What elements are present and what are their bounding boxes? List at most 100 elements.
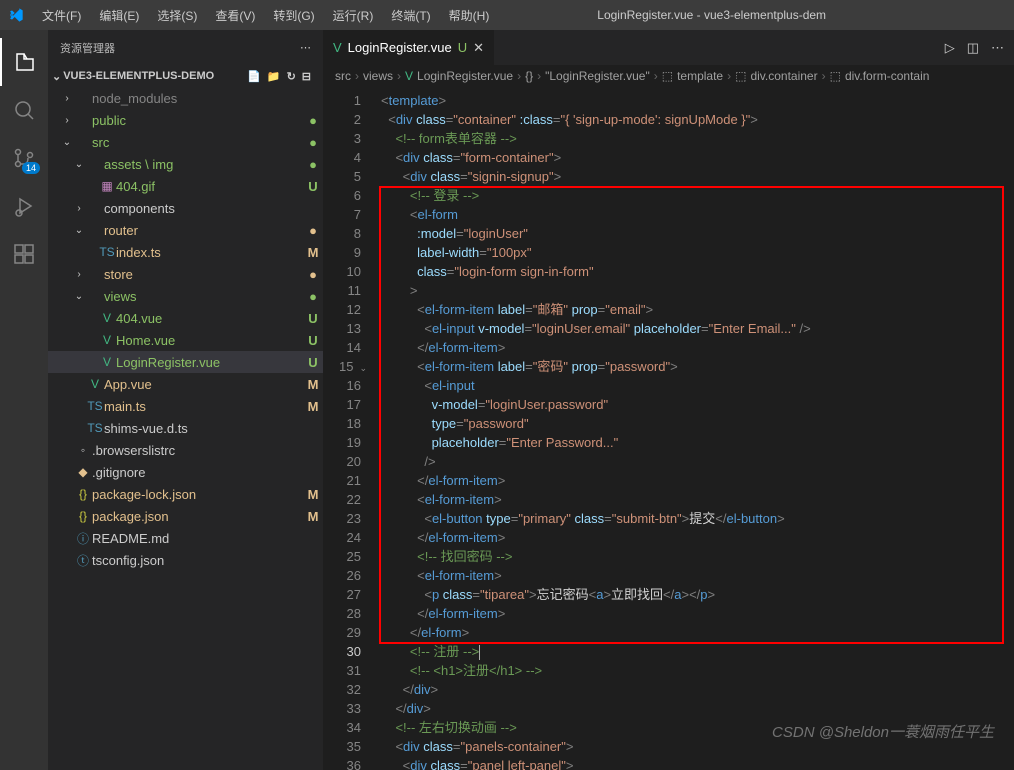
breadcrumbs[interactable]: src›views›VLoginRegister.vue›{}›"LoginRe… [323,65,1014,87]
git-status: M [303,245,323,260]
tree-item[interactable]: VLoginRegister.vueU [48,351,323,373]
file-label: node_modules [92,91,303,106]
more-icon[interactable]: ⋯ [991,40,1004,56]
breadcrumb-icon: V [405,69,413,83]
file-icon: ◆ [74,465,92,479]
sidebar-header: 资源管理器 ⋯ [48,30,323,65]
menu-item[interactable]: 帮助(H) [441,3,498,28]
code-content[interactable]: <template> <div class="container" :class… [373,87,1014,770]
menu-item[interactable]: 转到(G) [265,3,322,28]
git-status: M [303,509,323,524]
refresh-icon[interactable]: ↻ [287,70,296,83]
tabs: V LoginRegister.vue U ✕ ▷ ◫ ⋯ [323,30,1014,65]
git-status: U [303,179,323,194]
tree-item[interactable]: ⌄assets \ img● [48,153,323,175]
collapse-icon[interactable]: ⊟ [302,70,311,83]
file-icon: ▦ [98,179,116,193]
git-status: U [303,311,323,326]
breadcrumb-item[interactable]: {} [525,69,533,83]
git-status: M [303,487,323,502]
sidebar: 资源管理器 ⋯ ⌄ VUE3-ELEMENTPLUS-DEMO 📄 📁 ↻ ⊟ … [48,30,323,770]
run-icon[interactable]: ▷ [945,40,955,56]
file-label: index.ts [116,245,303,260]
tree-item[interactable]: {}package-lock.jsonM [48,483,323,505]
tree-item[interactable]: ⓣtsconfig.json [48,549,323,571]
tree-item[interactable]: ⌄views● [48,285,323,307]
tree-item[interactable]: ›public● [48,109,323,131]
file-label: package-lock.json [92,487,303,502]
breadcrumb-item[interactable]: template [677,69,723,83]
tree-item[interactable]: TSshims-vue.d.ts [48,417,323,439]
tree-item[interactable]: TSmain.tsM [48,395,323,417]
file-icon: ⓘ [74,530,92,547]
menu-item[interactable]: 终端(T) [383,3,438,28]
explorer-icon[interactable] [0,38,48,86]
tab-loginregister[interactable]: V LoginRegister.vue U ✕ [323,30,495,65]
file-icon: TS [86,399,104,413]
breadcrumb-item[interactable]: div.form-contain [845,69,929,83]
menu-item[interactable]: 运行(R) [325,3,382,28]
close-icon[interactable]: ✕ [473,40,484,56]
breadcrumb-item[interactable]: LoginRegister.vue [417,69,513,83]
menu-item[interactable]: 选择(S) [149,3,205,28]
vscode-icon [8,7,24,23]
git-status: M [303,399,323,414]
split-icon[interactable]: ◫ [967,40,979,56]
new-file-icon[interactable]: 📄 [247,70,261,83]
menu-bar: 文件(F)编辑(E)选择(S)查看(V)转到(G)运行(R)终端(T)帮助(H) [34,3,497,28]
file-icon: {} [74,487,92,501]
line-gutter: 123456789101112131415⌄161718192021222324… [323,87,373,770]
new-folder-icon[interactable]: 📁 [267,70,281,83]
tree-item[interactable]: ◦.browserslistrc [48,439,323,461]
breadcrumb-icon: ⬚ [830,69,841,83]
code-area[interactable]: 123456789101112131415⌄161718192021222324… [323,87,1014,770]
breadcrumb-icon: ⬚ [735,69,746,83]
file-label: LoginRegister.vue [116,355,303,370]
breadcrumb-item[interactable]: div.container [750,69,817,83]
file-label: assets \ img [104,157,303,172]
file-icon: ◦ [74,443,92,457]
file-label: package.json [92,509,303,524]
file-label: README.md [92,531,303,546]
tree-item[interactable]: ›store● [48,263,323,285]
tree-item[interactable]: ›node_modules [48,87,323,109]
source-control-icon[interactable]: 14 [0,134,48,182]
breadcrumb-item[interactable]: src [335,69,351,83]
file-icon: TS [86,421,104,435]
search-icon[interactable] [0,86,48,134]
tree-item[interactable]: ⌄router● [48,219,323,241]
tree-item[interactable]: VApp.vueM [48,373,323,395]
project-name: VUE3-ELEMENTPLUS-DEMO [63,70,214,82]
debug-icon[interactable] [0,182,48,230]
project-header[interactable]: ⌄ VUE3-ELEMENTPLUS-DEMO 📄 📁 ↻ ⊟ [48,65,323,87]
sidebar-actions[interactable]: ⋯ [300,41,311,54]
tree-item[interactable]: ›components [48,197,323,219]
tree-item[interactable]: ⓘREADME.md [48,527,323,549]
file-icon: TS [98,245,116,259]
file-icon: V [86,377,104,391]
breadcrumb-item[interactable]: "LoginRegister.vue" [545,69,650,83]
git-status: ● [303,267,323,282]
tree-item[interactable]: TSindex.tsM [48,241,323,263]
tree-item[interactable]: ▦404.gifU [48,175,323,197]
git-status: U [303,333,323,348]
menu-item[interactable]: 查看(V) [207,3,263,28]
tree-item[interactable]: V404.vueU [48,307,323,329]
menu-item[interactable]: 文件(F) [34,3,89,28]
file-tree: ›node_modules›public●⌄src●⌄assets \ img●… [48,87,323,770]
file-label: App.vue [104,377,303,392]
tree-item[interactable]: ⌄src● [48,131,323,153]
breadcrumb-item[interactable]: views [363,69,393,83]
tree-item[interactable]: ◆.gitignore [48,461,323,483]
git-status: U [303,355,323,370]
file-label: views [104,289,303,304]
file-label: public [92,113,303,128]
tree-item[interactable]: {}package.jsonM [48,505,323,527]
menu-item[interactable]: 编辑(E) [91,3,147,28]
vue-file-icon: V [333,40,342,55]
file-icon: V [98,311,116,325]
file-label: 404.gif [116,179,303,194]
file-icon: {} [74,509,92,523]
extensions-icon[interactable] [0,230,48,278]
tree-item[interactable]: VHome.vueU [48,329,323,351]
